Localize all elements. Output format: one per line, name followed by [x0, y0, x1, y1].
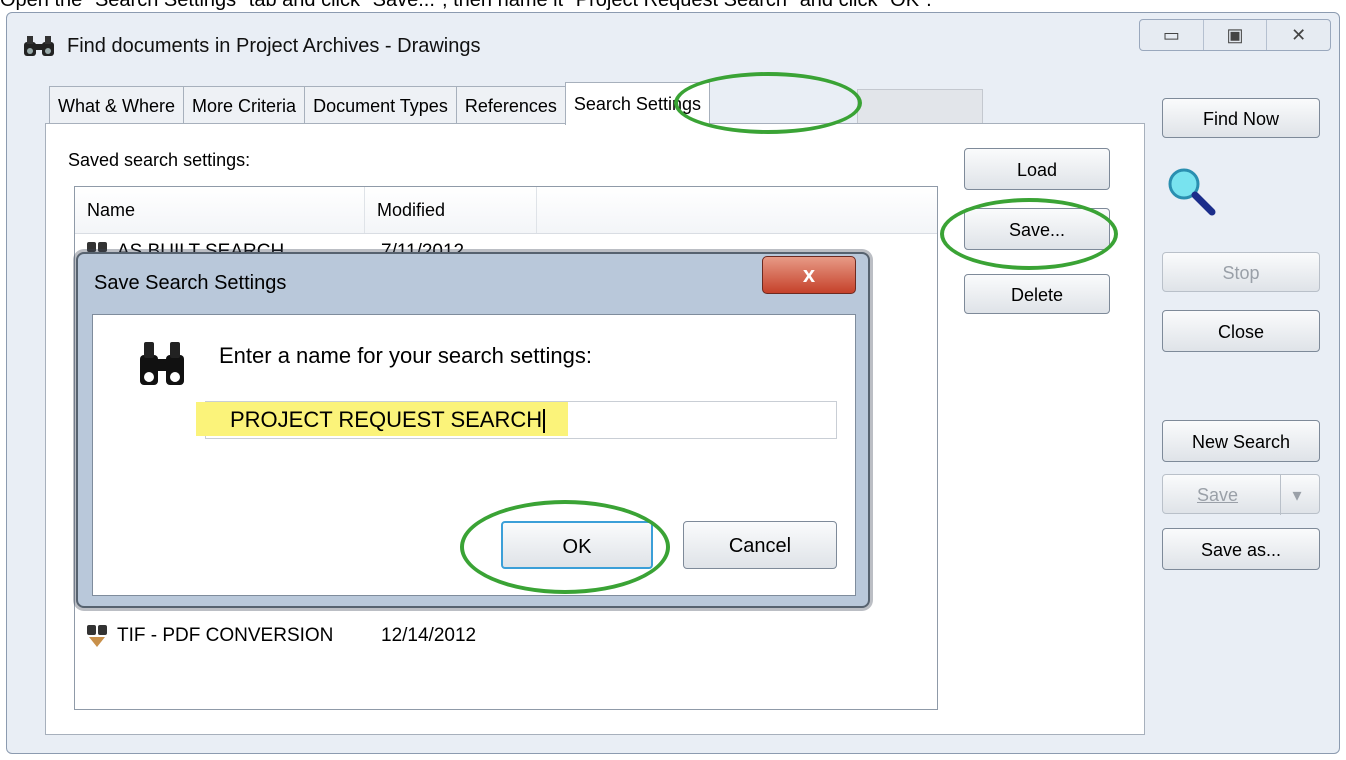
- column-name[interactable]: Name: [75, 187, 365, 233]
- dialog-body: Enter a name for your search settings: P…: [92, 314, 856, 596]
- save-split-button[interactable]: Save ▾: [1162, 474, 1320, 515]
- close-button[interactable]: Close: [1162, 310, 1320, 352]
- save-split-label: Save: [1197, 485, 1239, 505]
- dialog-title: Save Search Settings: [94, 272, 287, 294]
- stop-button[interactable]: Stop: [1162, 252, 1320, 292]
- tab-search-settings[interactable]: Search Settings: [564, 82, 710, 125]
- binoculars-icon: [24, 36, 54, 56]
- search-name-input[interactable]: PROJECT REQUEST SEARCH: [196, 401, 837, 439]
- column-modified[interactable]: Modified: [365, 187, 537, 233]
- binoculars-icon: [140, 342, 184, 385]
- dialog-prompt: Enter a name for your search settings:: [219, 343, 592, 368]
- tab-references[interactable]: References: [455, 86, 566, 125]
- tab-document-types[interactable]: Document Types: [304, 86, 457, 125]
- title-bar: Find documents in Project Archives - Dra…: [7, 13, 1339, 73]
- new-search-button[interactable]: New Search: [1162, 420, 1320, 462]
- saved-search-label: Saved search settings:: [68, 150, 251, 170]
- save-as-button[interactable]: Save as...: [1162, 528, 1320, 570]
- instruction-caption: Open the "Search Settings" tab and click…: [0, 0, 932, 11]
- cancel-button[interactable]: Cancel: [683, 521, 837, 569]
- delete-button[interactable]: Delete: [964, 274, 1110, 314]
- list-item-modified: 12/14/2012: [381, 625, 477, 646]
- tab-what-where[interactable]: What & Where: [49, 86, 185, 125]
- maximize-icon[interactable]: ▣: [1204, 20, 1268, 50]
- dialog-close-icon[interactable]: x: [762, 256, 856, 294]
- ok-button[interactable]: OK: [501, 521, 653, 569]
- search-name-value: PROJECT REQUEST SEARCH: [230, 402, 546, 438]
- dropdown-arrow-icon[interactable]: ▾: [1280, 475, 1313, 515]
- minimize-icon[interactable]: ▭: [1140, 20, 1204, 50]
- tab-more-criteria[interactable]: More Criteria: [183, 86, 306, 125]
- window-controls: ▭ ▣ ✕: [1139, 19, 1331, 51]
- list-item[interactable]: TIF - PDF CONVERSION 12/14/2012: [85, 621, 476, 651]
- load-button[interactable]: Load: [964, 148, 1110, 190]
- magnifier-icon: [1168, 168, 1216, 216]
- saved-search-icon: [87, 624, 107, 647]
- list-item-name: TIF - PDF CONVERSION: [117, 625, 334, 646]
- window-title: Find documents in Project Archives - Dra…: [67, 35, 481, 57]
- save-button[interactable]: Save...: [964, 208, 1110, 250]
- list-header: Name Modified: [75, 187, 937, 234]
- tab-strip: What & Where More Criteria Document Type…: [49, 82, 710, 125]
- save-search-settings-dialog: Save Search Settings x Enter a name for …: [76, 252, 870, 608]
- close-icon[interactable]: ✕: [1267, 20, 1330, 50]
- tabstrip-blank: [857, 89, 983, 126]
- find-now-button[interactable]: Find Now: [1162, 98, 1320, 138]
